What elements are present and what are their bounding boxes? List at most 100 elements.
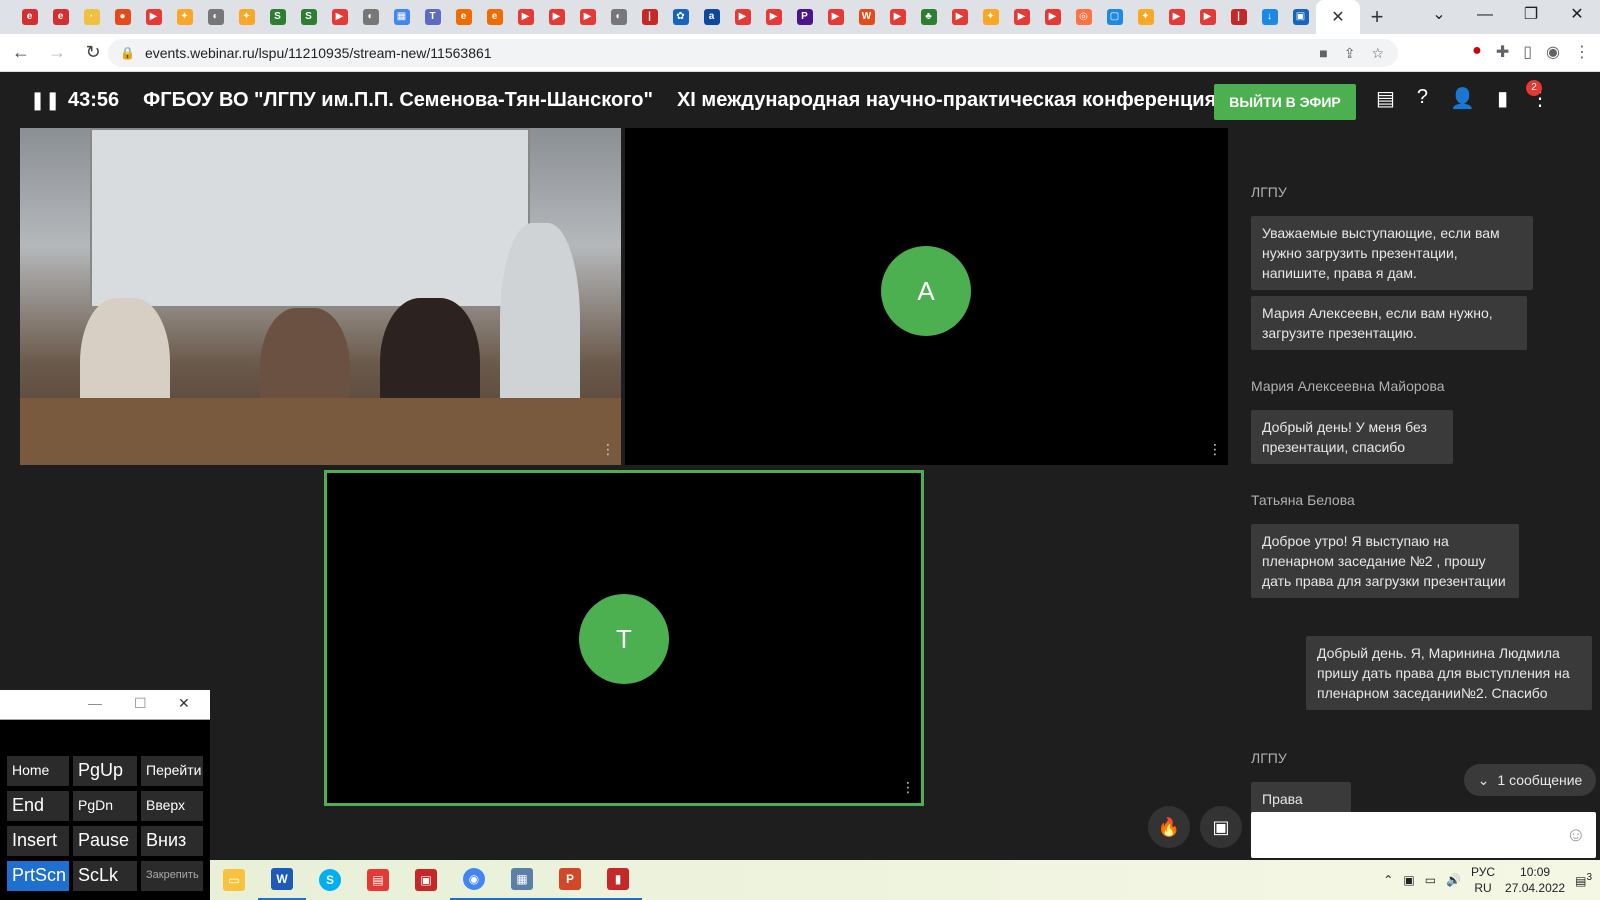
tab[interactable]: ▶ (1006, 0, 1037, 34)
key-down[interactable]: Вниз (141, 826, 203, 856)
tab[interactable]: T (417, 0, 448, 34)
chrome-icon[interactable]: ◉ (450, 860, 498, 900)
tab[interactable]: · (76, 0, 107, 34)
picture-in-picture-button[interactable]: ▣ (1200, 806, 1242, 848)
tab[interactable]: S (262, 0, 293, 34)
key-prtscn[interactable]: PrtScn (7, 861, 69, 891)
tab[interactable]: ↓ (1254, 0, 1285, 34)
tile-menu-icon[interactable]: ⋮ (1208, 442, 1222, 456)
tab[interactable]: ▢ (1099, 0, 1130, 34)
tab[interactable]: ● (107, 0, 138, 34)
tab[interactable]: ▶ (324, 0, 355, 34)
tab-search-icon[interactable]: ⌄ (1416, 0, 1462, 30)
volume-icon[interactable]: 🔊 (1446, 873, 1461, 887)
share-icon[interactable]: ⇪ (1344, 45, 1356, 62)
puzzle-icon[interactable]: ✚ (1496, 42, 1509, 62)
tab[interactable]: ▶ (820, 0, 851, 34)
tile-menu-icon[interactable]: ⋮ (901, 780, 915, 794)
profile-icon[interactable]: ◉ (1546, 42, 1560, 62)
tab[interactable]: e (14, 0, 45, 34)
key-pin[interactable]: Закрепить (141, 861, 203, 891)
tab[interactable]: ◐ (603, 0, 634, 34)
new-messages-button[interactable]: ⌄ 1 сообщение (1464, 764, 1596, 796)
tab[interactable]: P (789, 0, 820, 34)
key-pause[interactable]: Pause (73, 826, 137, 856)
tab[interactable]: ▣ (1285, 0, 1316, 34)
back-icon[interactable]: ← (6, 42, 36, 63)
tab[interactable]: W (851, 0, 882, 34)
pdf-icon[interactable]: ▣ (402, 860, 450, 900)
tab[interactable]: e (448, 0, 479, 34)
language-indicator[interactable]: РУС RU (1471, 864, 1495, 896)
tab[interactable]: ▶ (541, 0, 572, 34)
side-panel-icon[interactable]: ▯ (1523, 42, 1532, 62)
chat-input[interactable]: ☺ (1251, 812, 1596, 858)
tab[interactable]: a (696, 0, 727, 34)
tab[interactable]: e (479, 0, 510, 34)
new-tab-button[interactable]: + (1360, 4, 1394, 30)
tab[interactable]: S (293, 0, 324, 34)
restore-button[interactable]: ❐ (1508, 0, 1554, 30)
osk-maximize-icon[interactable]: ☐ (134, 695, 147, 712)
close-tab-icon[interactable]: ✕ (1331, 7, 1344, 27)
key-sclk[interactable]: ScLk (73, 861, 137, 891)
forward-icon[interactable]: → (42, 42, 72, 63)
camera-icon[interactable]: ■ (1319, 45, 1327, 62)
video-tile-participant[interactable]: А ⋮ (625, 128, 1228, 465)
emoji-icon[interactable]: ☺ (1566, 824, 1586, 847)
key-insert[interactable]: Insert (7, 826, 69, 856)
word-icon[interactable]: W (258, 860, 306, 900)
opera-extension-icon[interactable]: ● (1472, 42, 1482, 62)
clock[interactable]: 10:09 27.04.2022 (1505, 864, 1565, 896)
tab[interactable]: | (634, 0, 665, 34)
key-goto[interactable]: Перейти (141, 756, 203, 786)
tab[interactable]: ✦ (169, 0, 200, 34)
scanner-icon[interactable]: ▦ (498, 860, 546, 900)
tab[interactable]: ▶ (727, 0, 758, 34)
tab[interactable]: ▶ (1161, 0, 1192, 34)
tab[interactable]: ◎ (1068, 0, 1099, 34)
osk-close-icon[interactable]: ✕ (178, 695, 190, 712)
chat-icon[interactable]: ▤ (1376, 86, 1395, 111)
tab[interactable]: ◐ (355, 0, 386, 34)
powerpoint-icon[interactable]: P (546, 860, 594, 900)
notifications-icon[interactable]: ▤3 (1575, 872, 1592, 888)
tab[interactable]: ▶ (138, 0, 169, 34)
tab[interactable]: ▶ (572, 0, 603, 34)
lock-icon[interactable]: 🔒 (120, 46, 135, 60)
tab[interactable]: ▶ (944, 0, 975, 34)
tray-chevron-icon[interactable]: ⌃ (1383, 873, 1393, 887)
network-icon[interactable]: ▣ (1403, 873, 1414, 887)
osk-minimize-icon[interactable]: — (88, 695, 102, 711)
tab[interactable]: ♣ (913, 0, 944, 34)
key-home[interactable]: Home (7, 756, 69, 786)
tab[interactable]: ✿ (665, 0, 696, 34)
tab[interactable]: ✦ (975, 0, 1006, 34)
video-tile-participant-active[interactable]: Т ⋮ (324, 470, 924, 806)
address-bar[interactable]: 🔒 events.webinar.ru/lspu/11210935/stream… (108, 39, 1398, 67)
minimize-button[interactable]: — (1462, 0, 1508, 30)
tab[interactable]: ✦ (231, 0, 262, 34)
tab[interactable]: ▶ (758, 0, 789, 34)
active-tab[interactable]: ✕ (1316, 0, 1360, 34)
tab[interactable]: e (45, 0, 76, 34)
tab[interactable]: ▶ (510, 0, 541, 34)
tab[interactable]: ✦ (1130, 0, 1161, 34)
key-end[interactable]: End (7, 791, 69, 821)
tab[interactable]: | (1223, 0, 1254, 34)
key-pgdn[interactable]: PgDn (73, 791, 137, 821)
key-pgup[interactable]: PgUp (73, 756, 137, 786)
reaction-fire-button[interactable]: 🔥 (1148, 806, 1190, 848)
file-explorer-icon[interactable]: ▭ (210, 860, 258, 900)
tab[interactable]: ▶ (882, 0, 913, 34)
participants-icon[interactable]: 👤 (1450, 86, 1475, 111)
battery-icon[interactable]: ▭ (1425, 873, 1436, 887)
skype-icon[interactable]: S (306, 860, 354, 900)
key-up[interactable]: Вверх (141, 791, 203, 821)
tab[interactable]: ▶ (1192, 0, 1223, 34)
close-window-button[interactable]: ✕ (1554, 0, 1600, 30)
go-on-air-button[interactable]: ВЫЙТИ В ЭФИР (1214, 84, 1356, 120)
video-tile-camera[interactable]: ⋮ (20, 128, 621, 465)
tab[interactable]: ▦ (386, 0, 417, 34)
tile-menu-icon[interactable]: ⋮ (601, 442, 615, 456)
